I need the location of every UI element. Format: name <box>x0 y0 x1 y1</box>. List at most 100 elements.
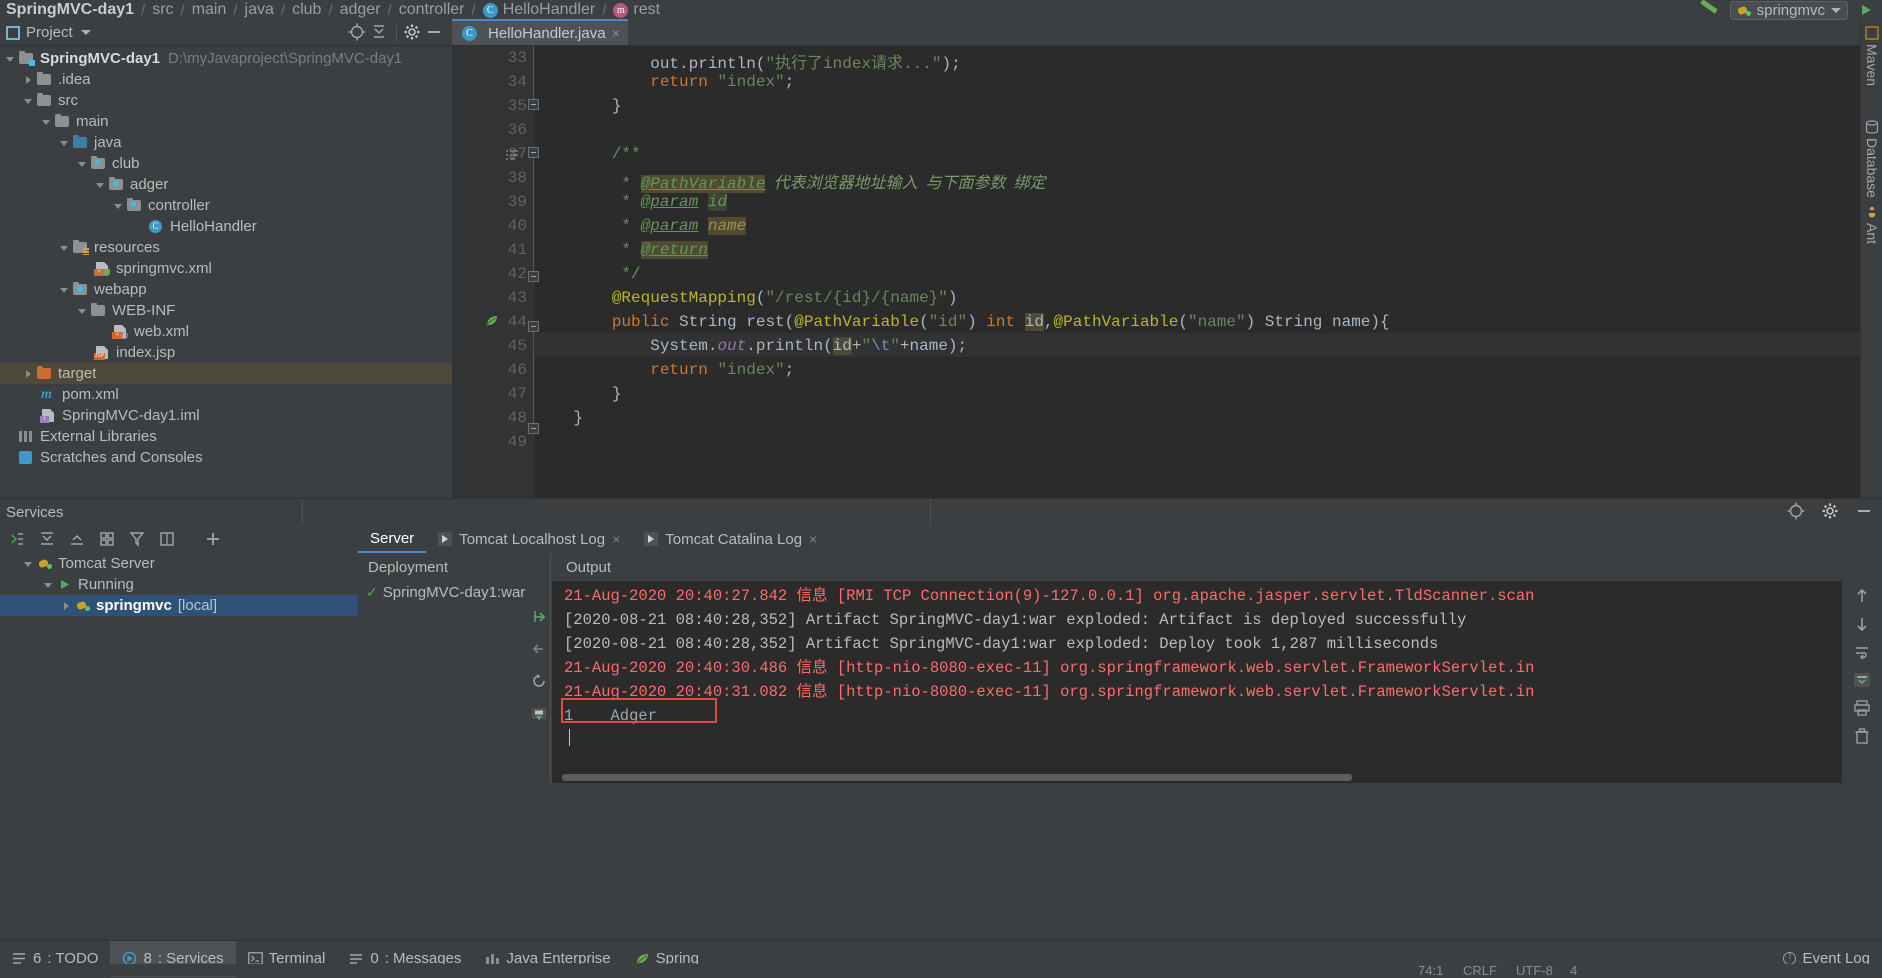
print-icon[interactable] <box>1853 699 1871 717</box>
spring-bean-gutter-icon[interactable] <box>484 313 500 329</box>
tree-item-external-libraries[interactable]: External Libraries <box>0 426 452 447</box>
hide-panel-icon[interactable] <box>424 22 446 44</box>
chevron-down-icon[interactable] <box>40 115 54 129</box>
settings-gear-icon[interactable] <box>1820 501 1842 523</box>
console-output[interactable]: 21-Aug-2020 20:40:27.842 信息 [RMI TCP Con… <box>552 581 1882 783</box>
close-icon[interactable]: × <box>612 25 620 41</box>
tree-item-webapp[interactable]: webapp <box>0 279 452 300</box>
scroll-to-end-icon[interactable] <box>1853 671 1871 689</box>
breadcrumb-item-java[interactable]: java <box>245 1 274 19</box>
tree-item-main[interactable]: main <box>0 111 452 132</box>
add-icon[interactable] <box>204 530 222 548</box>
service-item-running[interactable]: Running <box>0 574 358 595</box>
collapse-all-icon[interactable] <box>369 22 391 44</box>
tab-server[interactable]: Server <box>358 525 427 553</box>
tree-item-src[interactable]: src <box>0 90 452 111</box>
chevron-down-icon[interactable] <box>112 199 126 213</box>
tree-item-target[interactable]: target <box>0 363 452 384</box>
undeploy-icon[interactable] <box>531 641 547 657</box>
tab-tomcat-catalina-log[interactable]: Tomcat Catalina Log × <box>632 525 829 553</box>
deploy-icon[interactable] <box>531 609 547 625</box>
tab-tomcat-localhost-log[interactable]: Tomcat Localhost Log × <box>426 525 632 553</box>
tree-item-resources[interactable]: resources <box>0 237 452 258</box>
chevron-down-icon[interactable] <box>76 157 90 171</box>
tree-item-springmvc-xml[interactable]: < springmvc.xml <box>0 258 452 279</box>
breadcrumb-item-project[interactable]: SpringMVC-day1 <box>6 1 134 19</box>
tool-button-maven[interactable]: Maven <box>1864 44 1880 86</box>
tree-item-web-xml[interactable]: < web.xml <box>0 321 452 342</box>
chevron-down-icon[interactable] <box>42 578 56 592</box>
service-item-tomcat-server[interactable]: Tomcat Server <box>0 553 358 574</box>
console-scrollbar-horizontal[interactable] <box>562 774 1352 781</box>
tree-item-idea[interactable]: .idea <box>0 69 452 90</box>
run-button[interactable] <box>1858 2 1874 18</box>
tree-item-java[interactable]: java <box>0 132 452 153</box>
chevron-down-icon[interactable] <box>58 283 72 297</box>
scroll-up-icon[interactable] <box>1853 587 1871 605</box>
chevron-right-icon[interactable] <box>60 599 74 613</box>
chevron-down-icon[interactable] <box>76 304 90 318</box>
chevron-right-icon[interactable] <box>22 367 36 381</box>
tree-item-index-jsp[interactable]: JSP index.jsp <box>0 342 452 363</box>
line-number: 38 <box>507 169 527 187</box>
breadcrumb-item-main[interactable]: main <box>192 1 227 19</box>
chevron-down-icon[interactable] <box>4 52 18 66</box>
breadcrumb-item-method[interactable]: rest <box>633 1 660 19</box>
tree-item-adger[interactable]: adger <box>0 174 452 195</box>
soft-wrap-icon[interactable] <box>1853 643 1871 661</box>
code-text[interactable]: out.println("执行了index请求..."); return "in… <box>535 46 1882 498</box>
hide-panel-icon[interactable] <box>1854 501 1876 523</box>
chevron-right-icon[interactable] <box>22 73 36 87</box>
chevron-down-icon[interactable] <box>58 136 72 150</box>
breadcrumb-item-club[interactable]: club <box>292 1 321 19</box>
tree-item-club[interactable]: club <box>0 153 452 174</box>
tree-item-scratches[interactable]: Scratches and Consoles <box>0 447 452 468</box>
services-tree[interactable]: Tomcat Server Running springmvc [local] <box>0 553 358 783</box>
layout-icon[interactable] <box>158 530 176 548</box>
code-editor[interactable]: 33 34 35 36 37 38 39 40 41 42 43 44 45 4… <box>452 46 1882 498</box>
close-icon[interactable]: × <box>809 531 817 547</box>
chevron-down-icon[interactable] <box>94 178 108 192</box>
expand-icon[interactable] <box>38 530 56 548</box>
deployment-artifact-row[interactable]: ✓ SpringMVC-day1:war <box>358 581 550 603</box>
project-panel-title[interactable]: Project <box>26 24 73 41</box>
maven-icon[interactable] <box>1865 26 1879 40</box>
group-icon[interactable] <box>98 530 116 548</box>
tree-item-project[interactable]: SpringMVC-day1 D:\myJavaproject\SpringMV… <box>0 48 452 69</box>
tool-button-ant[interactable]: Ant <box>1864 223 1880 244</box>
chevron-down-icon[interactable] <box>22 94 36 108</box>
green-slash-icon[interactable] <box>1698 3 1720 17</box>
update-artifact-icon[interactable] <box>530 705 548 723</box>
service-item-springmvc[interactable]: springmvc [local] <box>0 595 358 616</box>
scroll-down-icon[interactable] <box>1853 615 1871 633</box>
editor-tab-hellohandler[interactable]: HelloHandler.java × <box>452 19 628 45</box>
close-icon[interactable]: × <box>612 531 620 547</box>
breadcrumb-item-class[interactable]: HelloHandler <box>503 1 596 19</box>
filter-icon[interactable] <box>128 530 146 548</box>
database-icon[interactable] <box>1865 120 1879 134</box>
chevron-down-icon[interactable] <box>80 30 91 35</box>
tool-button-database[interactable]: Database <box>1864 138 1880 198</box>
editor-gutter[interactable]: 33 34 35 36 37 38 39 40 41 42 43 44 45 4… <box>452 46 539 498</box>
redeploy-icon[interactable] <box>531 673 547 689</box>
locate-icon[interactable] <box>1786 501 1808 523</box>
tree-item-hellohandler[interactable]: C HelloHandler <box>0 216 452 237</box>
trash-icon[interactable] <box>1853 727 1871 745</box>
line-number: 35 <box>507 97 527 115</box>
tree-item-controller[interactable]: controller <box>0 195 452 216</box>
breadcrumb-item-adger[interactable]: adger <box>340 1 381 19</box>
chevron-down-icon[interactable] <box>58 241 72 255</box>
tree-item-pom-xml[interactable]: m pom.xml <box>0 384 452 405</box>
settings-gear-icon[interactable] <box>402 22 424 44</box>
expand-all-icon[interactable] <box>8 530 26 548</box>
breadcrumb-item-src[interactable]: src <box>152 1 173 19</box>
collapse-icon[interactable] <box>68 530 86 548</box>
tree-item-web-inf[interactable]: WEB-INF <box>0 300 452 321</box>
project-tree[interactable]: SpringMVC-day1 D:\myJavaproject\SpringMV… <box>0 46 452 498</box>
tree-item-iml[interactable]: i SpringMVC-day1.iml <box>0 405 452 426</box>
locate-icon[interactable] <box>347 22 369 44</box>
run-configuration-selector[interactable]: springmvc <box>1729 0 1848 20</box>
services-panel-title[interactable]: Services <box>6 504 64 521</box>
breadcrumb-item-controller[interactable]: controller <box>399 1 465 19</box>
chevron-down-icon[interactable] <box>22 557 36 571</box>
